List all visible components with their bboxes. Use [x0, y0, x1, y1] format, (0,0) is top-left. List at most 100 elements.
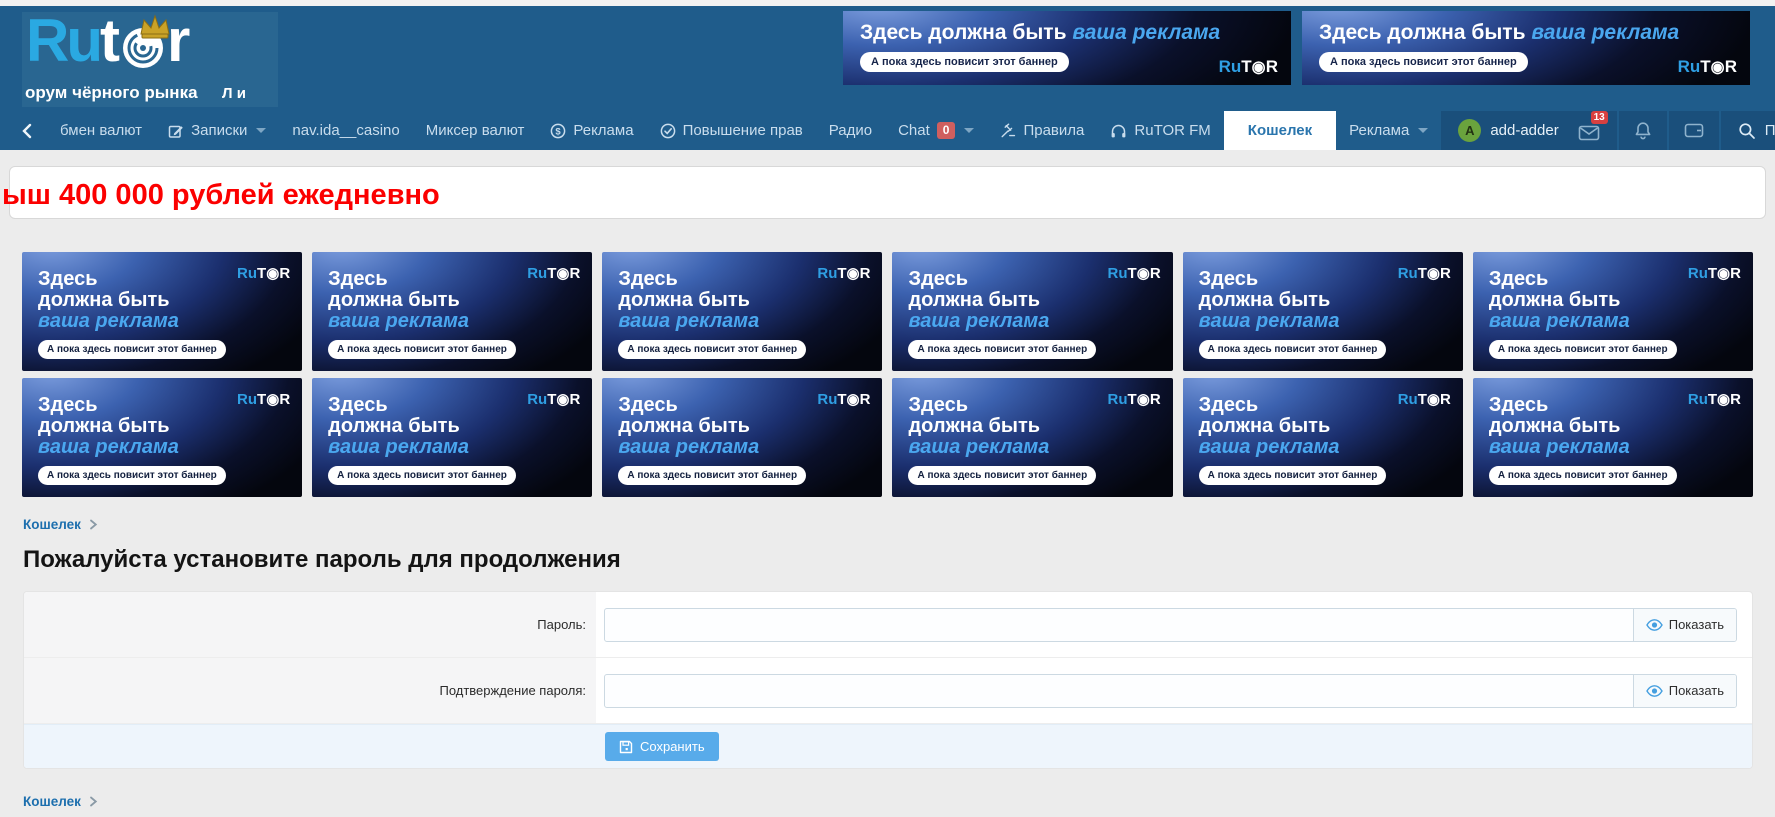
- rutor-mini-logo: RuT◉R: [1398, 264, 1451, 282]
- confirm-password-row: Подтверждение пароля: Показать: [24, 658, 1752, 724]
- ad-banner-tile[interactable]: Здесь должна быть ваша реклама А пока зд…: [22, 252, 302, 371]
- tile-line-accent: ваша реклама: [908, 437, 1172, 458]
- eye-icon: [1646, 685, 1663, 697]
- tile-line-2: должна быть: [1199, 290, 1463, 311]
- nav-item-pravila[interactable]: Правила: [987, 111, 1097, 150]
- search-icon: [1738, 122, 1756, 140]
- tile-pill: А пока здесь повисит этот баннер: [908, 340, 1096, 359]
- ad-banner-tile[interactable]: Здесь должна быть ваша реклама А пока зд…: [892, 252, 1172, 371]
- ad-banner-tile[interactable]: Здесь должна быть ваша реклама А пока зд…: [312, 378, 592, 497]
- logo-text-ru: Ru: [26, 12, 100, 74]
- tile-pill: А пока здесь повисит этот баннер: [328, 466, 516, 485]
- alerts-button[interactable]: [1619, 111, 1667, 150]
- nav-item-reklama-dropdown[interactable]: Реклама: [1336, 111, 1441, 150]
- envelope-icon: [1578, 124, 1600, 142]
- save-button[interactable]: Сохранить: [605, 732, 719, 761]
- tile-line-accent: ваша реклама: [1199, 311, 1463, 332]
- tile-line-2: должна быть: [1199, 416, 1463, 437]
- confirm-password-label: Подтверждение пароля:: [24, 658, 596, 723]
- ad-banner-tile[interactable]: Здесь должна быть ваша реклама А пока зд…: [602, 252, 882, 371]
- show-confirm-password-button[interactable]: Показать: [1633, 675, 1736, 707]
- tile-line-accent: ваша реклама: [328, 437, 592, 458]
- breadcrumb-link-koshelek[interactable]: Кошелек: [23, 517, 81, 532]
- rutor-mini-logo: RuT◉R: [1398, 390, 1451, 408]
- tile-pill: А пока здесь повисит этот баннер: [38, 466, 226, 485]
- ad-banner-tile[interactable]: Здесь должна быть ваша реклама А пока зд…: [312, 252, 592, 371]
- ad-banner-tile[interactable]: Здесь должна быть ваша реклама А пока зд…: [1473, 252, 1753, 371]
- site-header: Rut r орум чёрного рынка Л и Здесь должн…: [0, 6, 1775, 111]
- gavel-icon: [1000, 123, 1016, 139]
- ad-banner-tile[interactable]: Здесь должна быть ваша реклама А пока зд…: [1473, 378, 1753, 497]
- nav-item-chat[interactable]: Chat 0: [885, 111, 987, 150]
- tile-line-accent: ваша реклама: [38, 311, 302, 332]
- rutor-mini-logo: RuT◉R: [1219, 57, 1278, 77]
- badge-check-icon: [660, 123, 676, 139]
- nav-item-mikser-valut[interactable]: Миксер валют: [413, 111, 538, 150]
- tile-pill: А пока здесь повисит этот баннер: [618, 466, 806, 485]
- tile-line-accent: ваша реклама: [1199, 437, 1463, 458]
- chevron-left-icon: [20, 123, 34, 139]
- confirm-password-input[interactable]: [605, 675, 1633, 707]
- chevron-down-icon: [1418, 128, 1428, 133]
- ad-banner-tile[interactable]: Здесь должна быть ваша реклама А пока зд…: [892, 378, 1172, 497]
- breadcrumb[interactable]: Кошелек: [23, 517, 1775, 532]
- main-nav: бмен валют Записки nav.ida__casino Миксе…: [0, 111, 1775, 150]
- tile-pill: А пока здесь повисит этот баннер: [1199, 466, 1387, 485]
- tile-pill: А пока здесь повисит этот баннер: [1489, 340, 1677, 359]
- breadcrumb-link-koshelek[interactable]: Кошелек: [23, 794, 81, 809]
- ad-banner-grid: Здесь должна быть ваша реклама А пока зд…: [22, 252, 1753, 497]
- breadcrumb[interactable]: Кошелек: [23, 794, 1775, 809]
- tile-line-accent: ваша реклама: [328, 311, 592, 332]
- nav-item-koshelek-active[interactable]: Кошелек: [1224, 111, 1336, 150]
- wallet-icon: [1684, 122, 1704, 139]
- rutor-mini-logo: RuT◉R: [1688, 264, 1741, 282]
- announcement-text: ыш 400 000 рублей ежедневно: [2, 179, 440, 212]
- rutor-mini-logo: RuT◉R: [1108, 390, 1161, 408]
- site-logo[interactable]: Rut r орум чёрного рынка Л и: [22, 12, 278, 107]
- tile-line-2: должна быть: [38, 290, 302, 311]
- header-ad-banner-1[interactable]: Здесь должна быть ваша реклама А пока зд…: [843, 11, 1291, 85]
- rutor-mini-logo: RuT◉R: [1108, 264, 1161, 282]
- eye-icon: [1646, 619, 1663, 631]
- save-icon: [619, 740, 633, 754]
- tile-line-2: должна быть: [908, 416, 1172, 437]
- inbox-button[interactable]: 13: [1578, 120, 1600, 142]
- tile-line-2: должна быть: [1489, 416, 1753, 437]
- tile-line-2: должна быть: [618, 416, 882, 437]
- tile-line-2: должна быть: [1489, 290, 1753, 311]
- nav-item-rutor-fm[interactable]: RuTOR FM: [1097, 111, 1223, 150]
- nav-item-povyshenie-prav[interactable]: Повышение прав: [647, 111, 816, 150]
- nav-item-zapiski[interactable]: Записки: [155, 111, 279, 150]
- banner-title-accent: ваша реклама: [1531, 21, 1679, 44]
- nav-item-radio[interactable]: Радио: [816, 111, 885, 150]
- header-ad-banner-2[interactable]: Здесь должна быть ваша реклама А пока зд…: [1302, 11, 1750, 85]
- ad-banner-tile[interactable]: Здесь должна быть ваша реклама А пока зд…: [602, 378, 882, 497]
- logo-tagline-right: Л и: [222, 85, 246, 102]
- ad-banner-tile[interactable]: Здесь должна быть ваша реклама А пока зд…: [1183, 252, 1463, 371]
- nav-item-casino[interactable]: nav.ida__casino: [279, 111, 412, 150]
- wallet-button[interactable]: [1669, 111, 1719, 150]
- search-button[interactable]: Поиск: [1721, 111, 1775, 150]
- nav-item-reklama[interactable]: $ Реклама: [537, 111, 646, 150]
- nav-item-obmen-valut[interactable]: бмен валют: [47, 111, 155, 150]
- ad-banner-tile[interactable]: Здесь должна быть ваша реклама А пока зд…: [1183, 378, 1463, 497]
- rutor-mini-logo: RuT◉R: [237, 390, 290, 408]
- ad-banner-tile[interactable]: Здесь должна быть ваша реклама А пока зд…: [22, 378, 302, 497]
- bell-icon: [1634, 121, 1652, 141]
- rutor-mini-logo: RuT◉R: [527, 264, 580, 282]
- chevron-down-icon: [964, 128, 974, 133]
- password-input[interactable]: [605, 609, 1633, 641]
- rutor-mini-logo: RuT◉R: [817, 390, 870, 408]
- tile-pill: А пока здесь повисит этот баннер: [1489, 466, 1677, 485]
- user-account-block[interactable]: A add-adder 13: [1441, 111, 1616, 150]
- tile-line-accent: ваша реклама: [618, 437, 882, 458]
- password-label: Пароль:: [24, 592, 596, 657]
- password-form: Пароль: Показать Подтверждение пароля:: [23, 591, 1753, 769]
- show-password-button[interactable]: Показать: [1633, 609, 1736, 641]
- tile-line-accent: ваша реклама: [1489, 311, 1753, 332]
- username: add-adder: [1490, 122, 1558, 139]
- nav-scroll-left[interactable]: [18, 111, 47, 150]
- banner-title: Здесь должна быть: [1319, 21, 1525, 44]
- tile-line-2: должна быть: [328, 290, 592, 311]
- tile-line-accent: ваша реклама: [908, 311, 1172, 332]
